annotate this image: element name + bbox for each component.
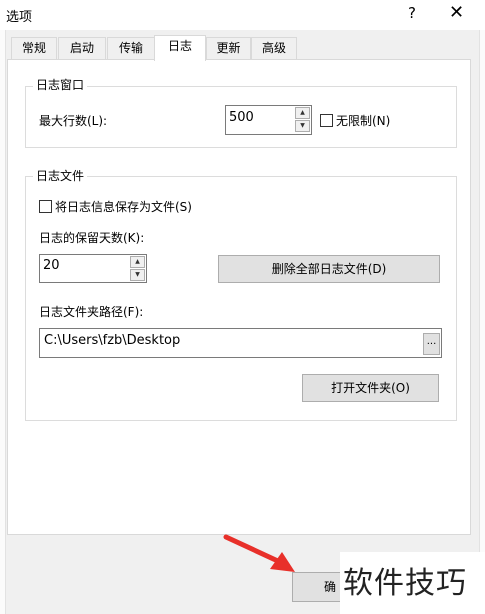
watermark-text: 软件技巧 xyxy=(343,566,467,601)
tab-log[interactable]: 日志 xyxy=(154,35,206,61)
annotation-arrow-icon xyxy=(223,534,295,572)
